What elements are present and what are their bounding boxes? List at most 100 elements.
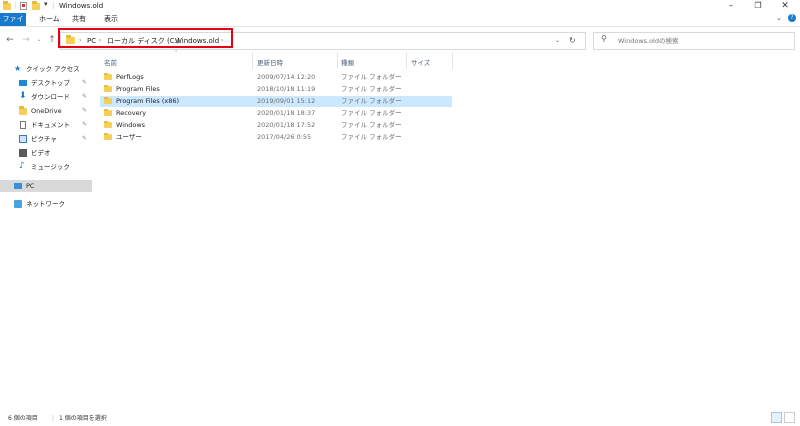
sidebar-item-label: クイック アクセス	[26, 65, 80, 73]
file-row-program-files-x86[interactable]: Program Files (x86) 2019/09/01 15:12 ファイ…	[100, 96, 452, 107]
search-box[interactable]: ⚲ Windows.oldの検索	[593, 32, 795, 50]
divider: |	[14, 1, 17, 9]
new-folder-icon[interactable]	[32, 1, 40, 12]
folder-icon	[104, 85, 112, 92]
pin-icon[interactable]: ✎	[82, 105, 87, 117]
column-header-size[interactable]: サイズ	[411, 57, 430, 69]
refresh-icon[interactable]: ↻	[569, 33, 576, 49]
music-icon: ♪	[19, 161, 25, 171]
ribbon-tabs: ファイル ホーム 共有 表示 ⌄ ?	[0, 13, 800, 36]
sidebar-item-label: ビデオ	[31, 149, 51, 157]
quick-access-dropdown-icon[interactable]: ▾	[44, 0, 48, 8]
column-divider[interactable]	[337, 52, 338, 69]
file-row-perflogs[interactable]: PerfLogs 2009/07/14 12:20 ファイル フォルダー	[100, 72, 452, 83]
star-icon: ★	[14, 64, 22, 73]
close-button[interactable]: ✕	[772, 0, 798, 13]
sidebar-item-pc[interactable]: PC	[0, 180, 92, 192]
column-header-date[interactable]: 更新日時	[257, 57, 283, 69]
sidebar-item-label: デスクトップ	[31, 79, 70, 87]
file-type: ファイル フォルダー	[341, 121, 402, 129]
pin-icon[interactable]: ✎	[82, 91, 87, 103]
forward-button[interactable]: →	[20, 33, 32, 47]
sidebar-item-label: ミュージック	[31, 163, 70, 171]
sort-ascending-icon: ⌃	[174, 50, 179, 56]
sidebar-item-label: ドキュメント	[31, 121, 70, 129]
sidebar-item-downloads[interactable]: ⬇ ダウンロード ✎	[0, 91, 92, 103]
folder-icon	[104, 109, 112, 116]
address-dropdown-icon[interactable]: ⌄	[555, 33, 560, 49]
desktop-icon	[19, 80, 27, 86]
tab-share[interactable]: 共有	[66, 13, 92, 26]
minimize-button[interactable]: –	[718, 0, 744, 13]
file-type: ファイル フォルダー	[341, 133, 402, 141]
file-date: 2017/04/26 0:55	[257, 133, 312, 141]
sidebar-item-videos[interactable]: ビデオ	[0, 147, 92, 159]
file-name: PerfLogs	[116, 73, 144, 81]
file-date: 2018/10/18 11:19	[257, 85, 316, 93]
folder-icon	[104, 133, 112, 140]
search-icon: ⚲	[601, 34, 607, 43]
folder-icon	[104, 121, 112, 128]
properties-icon[interactable]	[20, 2, 27, 10]
file-row-windows[interactable]: Windows 2020/01/18 17:52 ファイル フォルダー	[100, 120, 452, 131]
file-name: Windows	[116, 121, 146, 129]
folder-icon	[19, 106, 27, 115]
search-placeholder: Windows.oldの検索	[618, 37, 679, 45]
tab-home[interactable]: ホーム	[33, 13, 66, 26]
sidebar-item-label: ダウンロード	[31, 93, 70, 101]
file-row-recovery[interactable]: Recovery 2020/01/18 18:37 ファイル フォルダー	[100, 108, 452, 119]
picture-icon	[19, 135, 27, 143]
pin-icon[interactable]: ✎	[82, 133, 87, 145]
column-divider[interactable]	[452, 52, 453, 69]
sidebar-item-documents[interactable]: ドキュメント ✎	[0, 119, 92, 131]
folder-icon	[104, 73, 112, 80]
file-date: 2019/09/01 15:12	[257, 97, 316, 105]
tab-file[interactable]: ファイル	[0, 13, 26, 36]
column-header-name[interactable]: 名前	[104, 57, 117, 69]
file-row-users[interactable]: ユーザー 2017/04/26 0:55 ファイル フォルダー	[100, 132, 452, 143]
folder-icon	[3, 1, 11, 12]
file-type: ファイル フォルダー	[341, 97, 402, 105]
item-count: 6 個の項目	[8, 415, 38, 422]
sidebar-item-music[interactable]: ♪ ミュージック	[0, 161, 92, 173]
divider: |	[52, 1, 55, 9]
large-icons-view-icon[interactable]	[784, 412, 795, 423]
file-row-program-files[interactable]: Program Files 2018/10/18 11:19 ファイル フォルダ…	[100, 84, 452, 95]
file-name: ユーザー	[116, 133, 142, 141]
network-icon	[14, 200, 22, 208]
window-title: Windows.old	[59, 2, 104, 10]
sidebar-item-label: OneDrive	[31, 107, 62, 115]
sidebar-item-onedrive[interactable]: OneDrive ✎	[0, 105, 92, 117]
maximize-button[interactable]: ❐	[745, 0, 771, 13]
column-divider[interactable]	[406, 52, 407, 69]
sidebar-item-quick-access[interactable]: ★ クイック アクセス	[0, 63, 92, 75]
up-button[interactable]: ↑	[46, 33, 58, 47]
help-icon[interactable]: ?	[788, 14, 796, 22]
navigation-pane: ★ クイック アクセス デスクトップ ✎ ⬇ ダウンロード ✎ OneDrive…	[0, 58, 92, 398]
sidebar-item-desktop[interactable]: デスクトップ ✎	[0, 77, 92, 89]
column-divider[interactable]	[252, 52, 253, 69]
folder-icon	[104, 97, 112, 104]
ribbon-expand-icon[interactable]: ⌄	[776, 14, 782, 22]
file-date: 2020/01/18 17:52	[257, 121, 316, 129]
video-icon	[19, 149, 27, 157]
document-icon	[20, 121, 26, 129]
pin-icon[interactable]: ✎	[82, 119, 87, 131]
pin-icon[interactable]: ✎	[82, 77, 87, 89]
file-name: Program Files (x86)	[116, 97, 180, 105]
file-type: ファイル フォルダー	[341, 85, 402, 93]
column-header-type[interactable]: 種類	[341, 57, 354, 69]
sidebar-item-network[interactable]: ネットワーク	[0, 198, 92, 210]
tab-view[interactable]: 表示	[98, 13, 124, 26]
sidebar-item-pictures[interactable]: ピクチャ ✎	[0, 133, 92, 145]
file-date: 2020/01/18 18:37	[257, 109, 316, 117]
file-name: Recovery	[116, 109, 147, 117]
recent-locations-icon[interactable]: ⌄	[33, 33, 45, 47]
sidebar-item-label: ネットワーク	[26, 200, 65, 208]
selection-count: 1 個の項目を選択	[59, 415, 107, 422]
back-button[interactable]: ←	[4, 33, 16, 47]
details-view-icon[interactable]	[771, 412, 782, 423]
divider: |	[52, 415, 55, 422]
file-date: 2009/07/14 12:20	[257, 73, 316, 81]
file-type: ファイル フォルダー	[341, 109, 402, 117]
